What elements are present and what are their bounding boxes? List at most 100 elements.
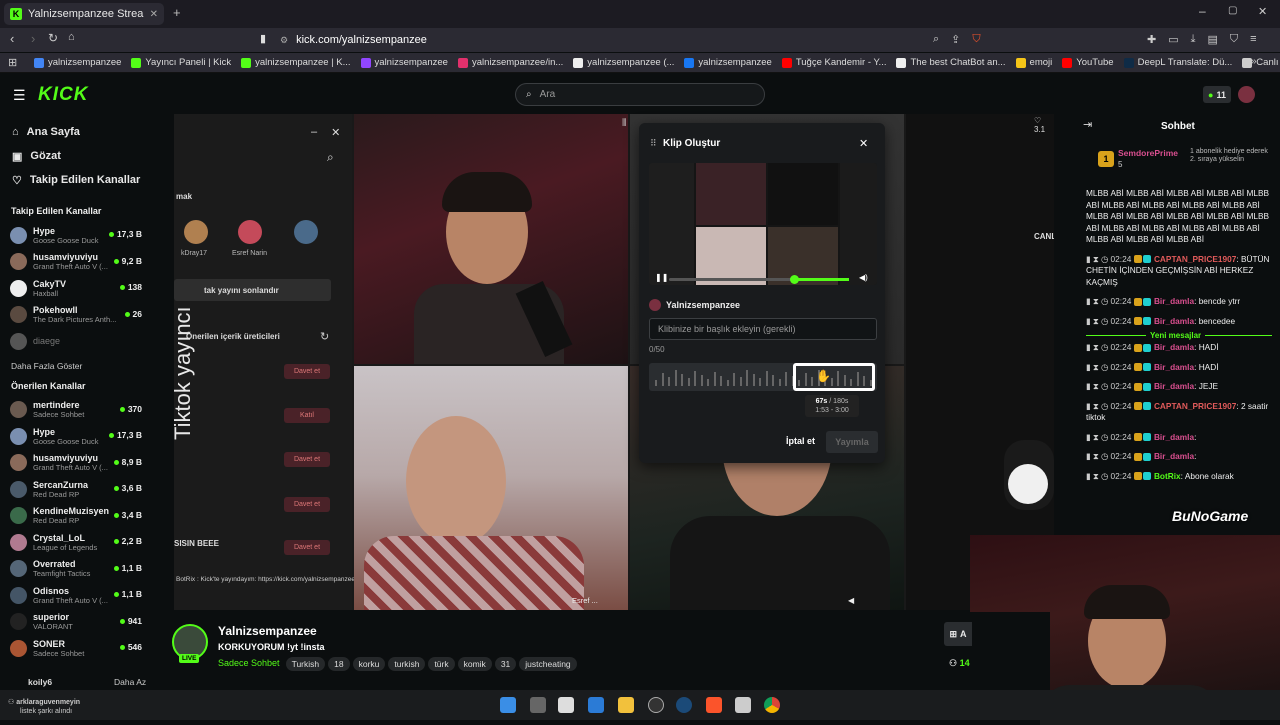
chrome-icon[interactable] [764, 697, 780, 713]
clip-preview[interactable]: ❚❚ ◀) [649, 163, 877, 285]
stream-tag[interactable]: türk [428, 657, 455, 671]
invite-button[interactable]: Davet et [284, 452, 330, 467]
taskview-icon[interactable] [530, 697, 546, 713]
minimize-icon[interactable]: – [1199, 4, 1206, 18]
home-icon[interactable]: ⌂ [68, 31, 75, 43]
join-button[interactable]: Katıl [284, 408, 330, 423]
share-icon[interactable]: ⇪ [951, 33, 960, 46]
message-username[interactable]: CAPTAN_PRICE1907 [1154, 401, 1236, 411]
drag-handle-icon[interactable]: ⠿ [650, 138, 657, 149]
maximize-icon[interactable]: ▢ [1228, 5, 1237, 16]
chat-message[interactable]: ▮ ⧗ ◷ 02:24 CAPTAN_PRICE1907: BÜTÜN CHET… [1078, 254, 1280, 289]
less-link[interactable]: Daha Az [114, 677, 146, 687]
kick-logo[interactable]: KICK [38, 84, 88, 106]
sidebar-channel[interactable]: Hype Goose Goose Duck 17,3 B [0, 423, 152, 450]
bookmark-item[interactable]: Tuğçe Kandemir - Y... [781, 57, 886, 68]
new-tab-icon[interactable]: + [173, 5, 181, 20]
stream-tag[interactable]: turkish [388, 657, 426, 671]
download-icon[interactable]: ⤓ [1191, 33, 1196, 46]
stream-player[interactable]: – ✕ ⌕ mak kDray17 Esref Narin tak yayını… [174, 114, 1054, 610]
zoom-icon[interactable]: ⌕ [933, 33, 939, 46]
chat-message[interactable]: ▮ ⧗ ◷ 02:24 BotRix: Abone olarak [1078, 471, 1280, 483]
chat-message[interactable]: ▮ ⧗ ◷ 02:24 Bir_damla: bencde ytrr [1078, 296, 1280, 308]
clip-range-selector[interactable]: ✋ [793, 363, 875, 391]
reload-icon[interactable]: ↻ [48, 31, 58, 45]
nav-home[interactable]: ⌂ Ana Sayfa [0, 120, 152, 144]
apps-icon[interactable]: ⊞ [8, 56, 17, 69]
sidebar-channel[interactable]: SONER Sadece Sohbet 546 [0, 635, 152, 662]
extensions-icon[interactable]: ✚ [1147, 33, 1156, 46]
preview-progress-track[interactable] [669, 275, 849, 284]
bookmark-item[interactable]: yalnizsempanzee | K... [241, 57, 351, 68]
hamburger-menu-icon[interactable]: ☰ [13, 87, 26, 104]
publish-button[interactable]: Yayımla [826, 431, 878, 453]
stream-tag[interactable]: justcheating [519, 657, 577, 671]
bookmark-item[interactable]: DeepL Translate: Dü... [1123, 57, 1232, 68]
more-bookmarks-icon[interactable]: » [1251, 56, 1257, 67]
message-username[interactable]: Bir_damla [1154, 342, 1194, 352]
cancel-button[interactable]: İptal et [786, 436, 815, 446]
bookmark-item[interactable]: Yayıncı Paneli | Kick [131, 57, 231, 68]
pause-icon[interactable]: ❚❚ [655, 273, 668, 282]
sidebar-channel[interactable]: Overrated Teamfight Tactics 1,1 B [0, 556, 152, 583]
brave-shield-icon[interactable]: ⛉ [972, 33, 980, 46]
message-username[interactable]: CAPTAN_PRICE1907 [1154, 254, 1236, 264]
notification-badge[interactable]: ● 11 [1203, 86, 1231, 103]
clip-timeline[interactable]: ✋ [649, 363, 877, 391]
browser-tab[interactable]: K Yalnizsempanzee Stream - W ✕ [4, 3, 164, 25]
message-username[interactable]: Bir_damla [1154, 432, 1194, 442]
stream-tag[interactable]: komik [457, 657, 492, 671]
bookmark-item[interactable]: yalnizsempanzee [34, 57, 121, 68]
end-live-button[interactable]: tak yayını sonlandır [174, 279, 331, 301]
chat-message[interactable]: ▮ ⧗ ◷ 02:24 Bir_damla: JEJE [1078, 381, 1280, 393]
sidebar-channel[interactable]: superior VALORANT 941 [0, 609, 152, 636]
sidebar-channel[interactable]: husamviyuviyu Grand Theft Auto V (... 8,9 … [0, 450, 152, 477]
invite-button[interactable]: Davet et [284, 540, 330, 555]
media-icon[interactable] [735, 697, 751, 713]
stream-tag[interactable]: Turkish [285, 657, 326, 671]
forward-icon[interactable]: › [31, 31, 35, 46]
gift-button[interactable]: ⊞ A [944, 622, 972, 646]
bookmark-item[interactable]: yalnizsempanzee [684, 57, 772, 68]
steam-icon[interactable] [676, 697, 692, 713]
refresh-icon[interactable]: ↻ [320, 330, 329, 343]
search-icon[interactable]: ⌕ [327, 150, 334, 165]
message-username[interactable]: BotRix [1154, 471, 1181, 481]
message-username[interactable]: Bir_damla [1154, 362, 1194, 372]
sidebar-channel[interactable]: Hype Goose Goose Duck 17,3 B [0, 222, 152, 249]
user-avatar[interactable] [1238, 86, 1255, 103]
bookmark-icon[interactable]: ▮ [260, 32, 266, 45]
chat-message[interactable]: ▮ ⧗ ◷ 02:24 Bir_damla: HADİ [1078, 342, 1280, 354]
stream-tag[interactable]: korku [352, 657, 386, 671]
close-icon[interactable]: ✕ [150, 9, 158, 20]
message-username[interactable]: Bir_damla [1154, 316, 1194, 326]
sidebar-channel[interactable]: Pokehowll The Dark Pictures Anth... 26 [0, 302, 152, 329]
photos-icon[interactable] [588, 697, 604, 713]
show-more-link[interactable]: Daha Fazla Göster [0, 361, 152, 377]
bookmark-item[interactable]: yalnizsempanzee (... [573, 57, 674, 68]
category-link[interactable]: Sadece Sohbet [218, 658, 280, 668]
brave-icon[interactable] [706, 697, 722, 713]
url-field[interactable]: ⚙ kick.com/yalnizsempanzee [280, 30, 1020, 50]
sidebar-toggle-icon[interactable]: ▭ [1168, 33, 1178, 46]
close-icon[interactable]: ✕ [859, 137, 868, 150]
message-username[interactable]: Bir_damla [1154, 381, 1194, 391]
obs-icon[interactable] [648, 697, 664, 713]
start-icon[interactable] [500, 697, 516, 713]
invite-button[interactable]: Davet et [284, 364, 330, 379]
site-settings-icon[interactable]: ⚙ [280, 35, 288, 46]
chat-message[interactable]: ▮ ⧗ ◷ 02:24 CAPTAN_PRICE1907: 2 saatir t… [1078, 401, 1280, 424]
stream-tag[interactable]: 18 [328, 657, 350, 671]
nav-following[interactable]: ♡ Takip Edilen Kanallar [0, 168, 152, 192]
menu-icon[interactable]: ≡ [1250, 33, 1256, 46]
sidebar-channel[interactable]: CakyTV Haxball 138 [0, 275, 152, 302]
bookmark-item[interactable]: yalnizsempanzee [360, 57, 448, 68]
explorer-icon[interactable] [618, 697, 634, 713]
collapse-chat-icon[interactable]: ⇥ [1083, 119, 1092, 132]
chat-message[interactable]: ▮ ⧗ ◷ 02:24 Bir_damla: [1078, 432, 1280, 444]
bookmark-item[interactable]: YouTube [1062, 57, 1114, 68]
close-icon[interactable]: ✕ [331, 126, 340, 139]
nav-browse[interactable]: ▣ Gözat [0, 144, 152, 168]
volume-icon[interactable]: ◀) [859, 273, 868, 282]
vpn-icon[interactable]: ⛉ [1230, 33, 1238, 46]
